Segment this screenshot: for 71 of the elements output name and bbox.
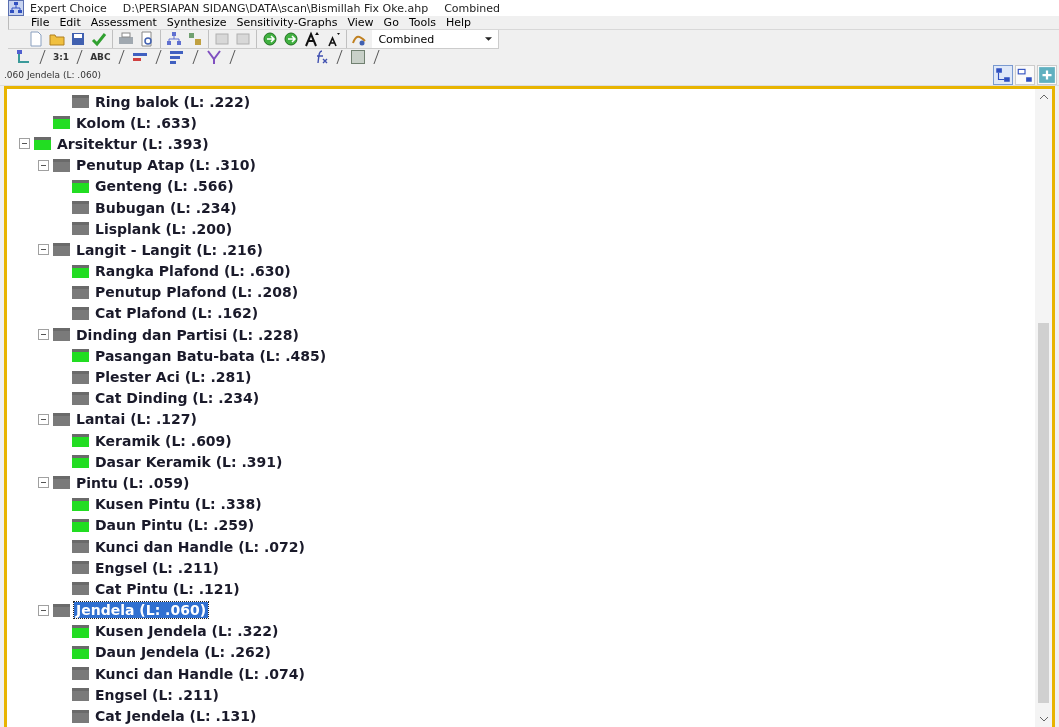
tree-node[interactable]: Langit - Langit (L: .216) bbox=[74, 241, 265, 258]
tree-node[interactable]: Rangka Plafond (L: .630) bbox=[93, 263, 293, 280]
tree-node[interactable]: Kusen Jendela (L: .322) bbox=[93, 623, 281, 640]
tree-node[interactable]: Pasangan Batu-bata (L: .485) bbox=[93, 347, 329, 364]
printer-icon[interactable] bbox=[117, 31, 134, 47]
tree-node[interactable]: Arsitektur (L: .393) bbox=[55, 135, 211, 152]
view-tab[interactable]: ABC bbox=[90, 52, 111, 62]
menu-item[interactable]: Tools bbox=[408, 16, 436, 29]
tree-node[interactable]: Daun Jendela (L: .262) bbox=[93, 644, 273, 661]
branch-tab-icon[interactable] bbox=[205, 49, 222, 65]
save-icon[interactable] bbox=[70, 31, 86, 47]
tree-node[interactable]: Genteng (L: .566) bbox=[93, 178, 236, 195]
tree-node[interactable]: Kolom (L: .633) bbox=[74, 114, 199, 131]
nodes-icon[interactable] bbox=[165, 31, 182, 47]
tree-node[interactable]: Bubugan (L: .234) bbox=[93, 199, 239, 216]
tree-node[interactable]: Kusen Pintu (L: .338) bbox=[93, 496, 264, 513]
font-larger-icon[interactable] bbox=[303, 31, 320, 47]
app-icon bbox=[8, 0, 24, 16]
tree-node[interactable]: Engsel (L: .211) bbox=[93, 686, 221, 703]
lines-tab-icon[interactable] bbox=[168, 49, 185, 65]
menu-item[interactable]: Synthesize bbox=[166, 16, 227, 29]
menu-item[interactable]: Help bbox=[446, 16, 472, 29]
scroll-down-icon[interactable] bbox=[1039, 715, 1048, 722]
collapse-toggle[interactable] bbox=[38, 413, 49, 425]
tree-node[interactable]: Kunci dan Handle (L: .074) bbox=[93, 665, 307, 682]
tree-node[interactable]: Penutup Plafond (L: .208) bbox=[93, 284, 301, 301]
tree-node[interactable]: Cat Plafond (L: .162) bbox=[93, 305, 261, 322]
menu-item[interactable]: Sensitivity-Graphs bbox=[236, 16, 338, 29]
tree-view-icon[interactable] bbox=[993, 65, 1013, 85]
collapse-toggle[interactable] bbox=[38, 604, 49, 616]
current-node-label: .060 Jendela (L: .060) bbox=[4, 70, 101, 80]
view-tab[interactable]: 3:1 bbox=[53, 52, 70, 62]
collapse-toggle[interactable] bbox=[38, 329, 49, 341]
tree-node[interactable]: Cat Pintu (L: .121) bbox=[93, 580, 242, 597]
tree-node[interactable]: Cat Jendela (L: .131) bbox=[93, 708, 259, 725]
tree-node[interactable]: Pintu (L: .059) bbox=[74, 474, 192, 491]
collapse-toggle[interactable] bbox=[38, 477, 49, 489]
tree-node[interactable]: Kunci dan Handle (L: .072) bbox=[93, 538, 307, 555]
scroll-thumb[interactable] bbox=[1038, 322, 1049, 703]
tree-node[interactable]: Dasar Keramik (L: .391) bbox=[93, 453, 285, 470]
grid-tab-icon[interactable] bbox=[349, 49, 366, 65]
menu-item[interactable]: View bbox=[347, 16, 374, 29]
collapse-toggle[interactable] bbox=[38, 244, 49, 256]
caret-icon bbox=[485, 37, 492, 41]
hierarchy-tab-icon[interactable] bbox=[16, 49, 32, 65]
collapse-toggle[interactable] bbox=[38, 159, 49, 171]
menu-item[interactable]: File bbox=[31, 16, 50, 29]
collapse-toggle[interactable] bbox=[19, 138, 30, 150]
mode-label: Combined bbox=[444, 1, 501, 15]
tree-node[interactable]: Plester Aci (L: .281) bbox=[93, 369, 254, 386]
tree-node[interactable]: Penutup Atap (L: .310) bbox=[74, 157, 258, 174]
menu-item[interactable]: Go bbox=[383, 16, 399, 29]
tree-node[interactable]: Lisplank (L: .200) bbox=[93, 220, 235, 237]
scroll-up-icon[interactable] bbox=[1039, 94, 1048, 100]
window-title: Expert Choice bbox=[30, 1, 107, 15]
check-icon[interactable] bbox=[91, 31, 107, 47]
node-view-icon[interactable] bbox=[1015, 65, 1035, 85]
menu-item[interactable]: Edit bbox=[59, 16, 81, 29]
tree-node[interactable]: Daun Pintu (L: .259) bbox=[93, 517, 257, 534]
tree-node[interactable]: Cat Dinding (L: .234) bbox=[93, 390, 262, 407]
file-path: D:\PERSIAPAN SIDANG\DATA\scan\Bismillah Fix Oke.ahp bbox=[122, 1, 429, 15]
menu-item[interactable]: Assessment bbox=[90, 16, 157, 29]
tree-node[interactable]: Lantai (L: .127) bbox=[74, 411, 199, 428]
preview-icon[interactable] bbox=[138, 31, 155, 47]
mode-dropdown[interactable]: Combined bbox=[372, 30, 498, 48]
scrollbar[interactable] bbox=[1035, 89, 1052, 727]
tree-node[interactable]: Keramik (L: .609) bbox=[93, 432, 234, 449]
tree-node[interactable]: Dinding dan Partisi (L: .228) bbox=[74, 326, 301, 343]
tree-node[interactable]: Engsel (L: .211) bbox=[93, 559, 221, 576]
tree-node[interactable]: Jendela (L: .060) bbox=[74, 602, 209, 619]
tree-node[interactable]: Ring balok (L: .222) bbox=[93, 93, 253, 110]
